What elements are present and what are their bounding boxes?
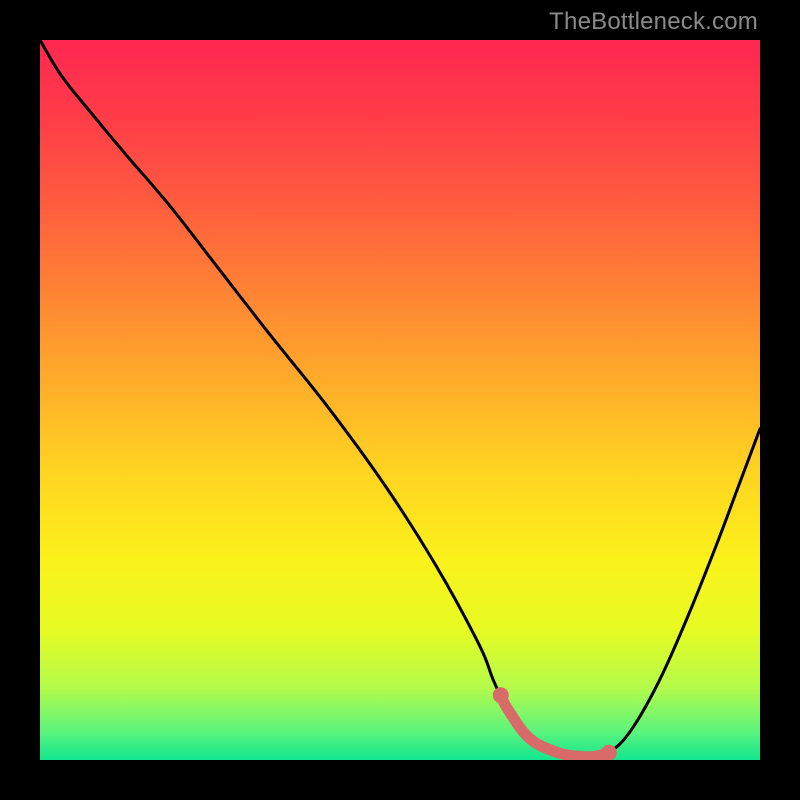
curve-layer bbox=[40, 40, 760, 760]
watermark: TheBottleneck.com bbox=[549, 8, 758, 36]
plot-area bbox=[40, 40, 760, 760]
optimal-zone-highlight bbox=[493, 687, 617, 760]
chart-frame: TheBottleneck.com bbox=[0, 0, 800, 800]
bottleneck-curve bbox=[40, 40, 760, 757]
